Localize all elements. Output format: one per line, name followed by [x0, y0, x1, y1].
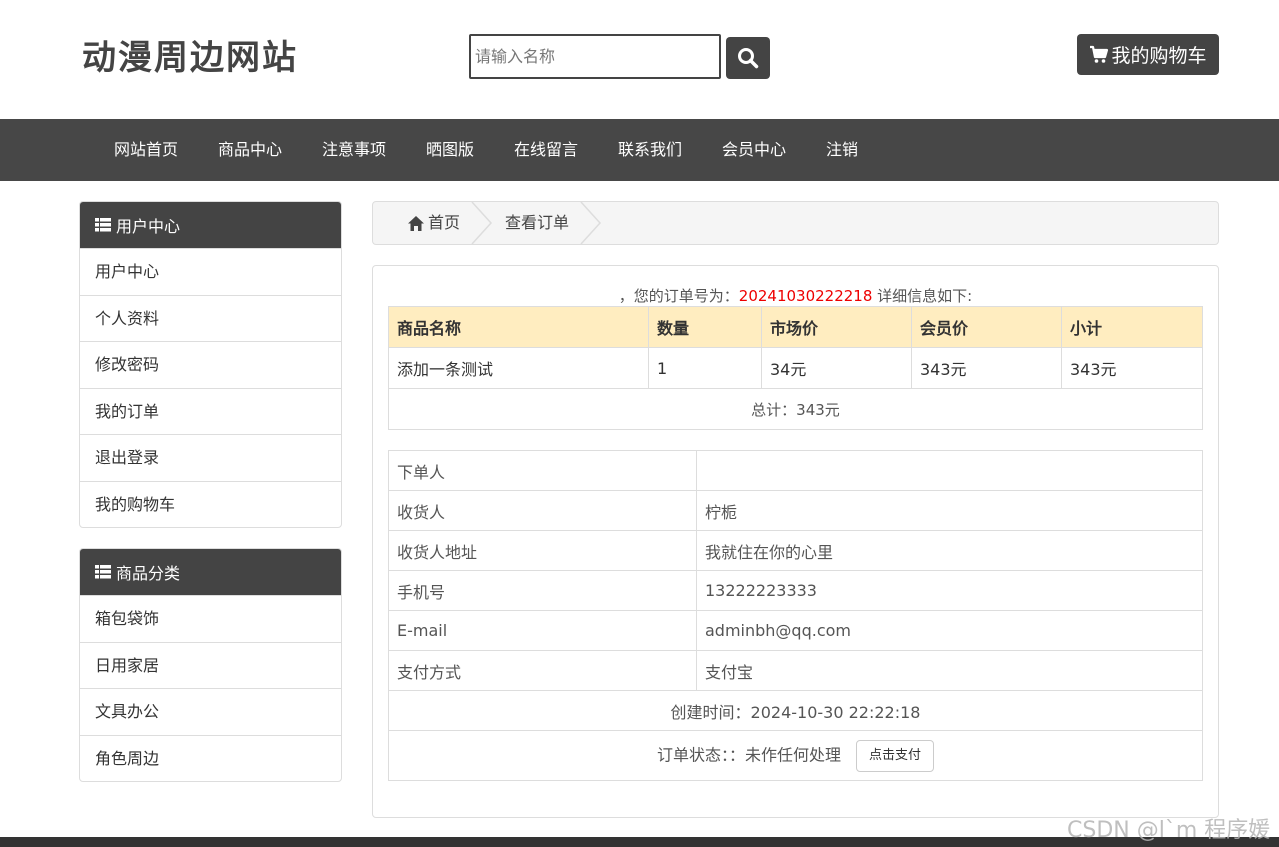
info-row: 支付方式 支付宝 — [388, 650, 1203, 691]
categories-title: 商品分类 — [116, 564, 181, 583]
column-header: 小计 — [1061, 306, 1203, 348]
pay-button[interactable]: 点击支付 — [856, 739, 935, 772]
address-label: 收货人地址 — [388, 530, 697, 571]
category-item-stationery[interactable]: 文具办公 — [80, 688, 341, 735]
order-intro: ，您的订单号为：20241030222218 详细信息如下: — [373, 285, 1218, 306]
table-row: 添加一条测试 1 34元 343元 343元 — [388, 347, 1203, 389]
breadcrumb-current: 查看订单 — [505, 213, 570, 232]
info-row: 收货人地址 我就住在你的心里 — [388, 530, 1203, 571]
order-status-cell: 订单状态：：未作任何处理 点击支付 — [388, 730, 1203, 781]
payment-method-label: 支付方式 — [388, 650, 697, 691]
breadcrumb-separator — [580, 202, 602, 244]
order-intro-prefix: ，您的订单号为： — [618, 287, 739, 305]
order-detail-box: ，您的订单号为：20241030222218 详细信息如下: 商品名称 数量 市… — [372, 265, 1219, 818]
user-center-panel: 用户中心 用户中心 个人资料 修改密码 我的订单 退出登录 我的购物车 — [79, 201, 342, 528]
category-item-bags[interactable]: 箱包袋饰 — [80, 595, 341, 642]
shopping-cart-icon — [1090, 45, 1109, 63]
order-intro-suffix: 详细信息如下: — [872, 287, 973, 305]
sidebar-item-change-password[interactable]: 修改密码 — [80, 341, 341, 388]
order-info-table: 下单人 收货人 柠栀 收货人地址 我就住在你的心里 手机号 1322222333… — [388, 450, 1203, 781]
address-value: 我就住在你的心里 — [696, 530, 1203, 571]
search-icon — [738, 48, 759, 69]
order-number: 20241030222218 — [738, 287, 873, 305]
nav-item-notices[interactable]: 注意事项 — [322, 119, 386, 181]
order-items-table: 商品名称 数量 市场价 会员价 小计 添加一条测试 1 34元 343元 343… — [388, 306, 1203, 430]
sidebar-item-my-orders[interactable]: 我的订单 — [80, 387, 341, 435]
quantity-cell: 1 — [648, 347, 762, 389]
site-title: 动漫周边网站 — [82, 38, 298, 78]
member-price-cell: 343元 — [911, 347, 1062, 389]
list-icon — [95, 565, 111, 579]
breadcrumb-home[interactable]: 首页 — [408, 202, 460, 244]
column-header: 数量 — [648, 306, 762, 348]
cart-label: 我的购物车 — [1111, 45, 1207, 67]
home-icon — [408, 215, 424, 231]
nav-item-photo-board[interactable]: 晒图版 — [426, 119, 474, 181]
column-header: 会员价 — [911, 306, 1062, 348]
receiver-value: 柠栀 — [696, 490, 1203, 531]
main-navbar: 网站首页 商品中心 注意事项 晒图版 在线留言 联系我们 会员中心 注销 — [0, 119, 1279, 181]
nav-item-messages[interactable]: 在线留言 — [514, 119, 578, 181]
categories-panel-header: 商品分类 — [80, 549, 341, 595]
payment-method-value: 支付宝 — [696, 650, 1203, 691]
email-label: E-mail — [388, 610, 697, 651]
order-status: 订单状态：：未作任何处理 — [656, 745, 841, 764]
sidebar-item-profile[interactable]: 个人资料 — [80, 294, 341, 342]
list-icon — [95, 218, 111, 232]
info-row: 手机号 13222223333 — [388, 570, 1203, 611]
orderer-value — [696, 450, 1203, 491]
nav-item-products[interactable]: 商品中心 — [218, 119, 282, 181]
order-total: 总计：343元 — [388, 388, 1203, 430]
sidebar-item-my-cart[interactable]: 我的购物车 — [80, 480, 341, 527]
phone-label: 手机号 — [388, 570, 697, 611]
email-value: adminbh@qq.com — [696, 610, 1203, 651]
created-time: 创建时间：2024-10-30 22:22:18 — [388, 690, 1203, 731]
column-header: 市场价 — [761, 306, 912, 348]
nav-item-member-center[interactable]: 会员中心 — [722, 119, 786, 181]
sidebar-item-sign-out[interactable]: 退出登录 — [80, 434, 341, 481]
nav-item-logout[interactable]: 注销 — [826, 119, 858, 181]
nav-item-home[interactable]: 网站首页 — [114, 119, 178, 181]
table-header-row: 商品名称 数量 市场价 会员价 小计 — [388, 306, 1203, 348]
sidebar-item-user-center[interactable]: 用户中心 — [80, 248, 341, 295]
search-input[interactable] — [469, 34, 721, 79]
subtotal-cell: 343元 — [1061, 347, 1203, 389]
order-status-row: 订单状态：：未作任何处理 点击支付 — [388, 730, 1203, 781]
info-row: 收货人 柠栀 — [388, 490, 1203, 531]
orderer-label: 下单人 — [388, 450, 697, 491]
created-time-row: 创建时间：2024-10-30 22:22:18 — [388, 690, 1203, 731]
info-row: 下单人 — [388, 450, 1203, 491]
category-item-home-goods[interactable]: 日用家居 — [80, 641, 341, 689]
receiver-label: 收货人 — [388, 490, 697, 531]
user-center-title: 用户中心 — [116, 217, 181, 236]
categories-panel: 商品分类 箱包袋饰 日用家居 文具办公 角色周边 — [79, 548, 342, 782]
total-row: 总计：343元 — [388, 388, 1203, 430]
watermark: CSDN @l`m 程序媛 — [1067, 818, 1271, 843]
phone-value: 13222223333 — [696, 570, 1203, 611]
breadcrumb-home-label: 首页 — [428, 213, 461, 232]
item-name-cell: 添加一条测试 — [388, 347, 649, 389]
breadcrumb: 首页 查看订单 — [372, 201, 1219, 245]
user-center-panel-header: 用户中心 — [80, 202, 341, 248]
my-cart-button[interactable]: 我的购物车 — [1077, 34, 1219, 75]
column-header: 商品名称 — [388, 306, 649, 348]
search-button[interactable] — [726, 37, 770, 79]
info-row: E-mail adminbh@qq.com — [388, 610, 1203, 651]
nav-item-contact[interactable]: 联系我们 — [618, 119, 682, 181]
market-price-cell: 34元 — [761, 347, 912, 389]
breadcrumb-separator — [471, 202, 493, 244]
category-item-character-goods[interactable]: 角色周边 — [80, 734, 341, 781]
